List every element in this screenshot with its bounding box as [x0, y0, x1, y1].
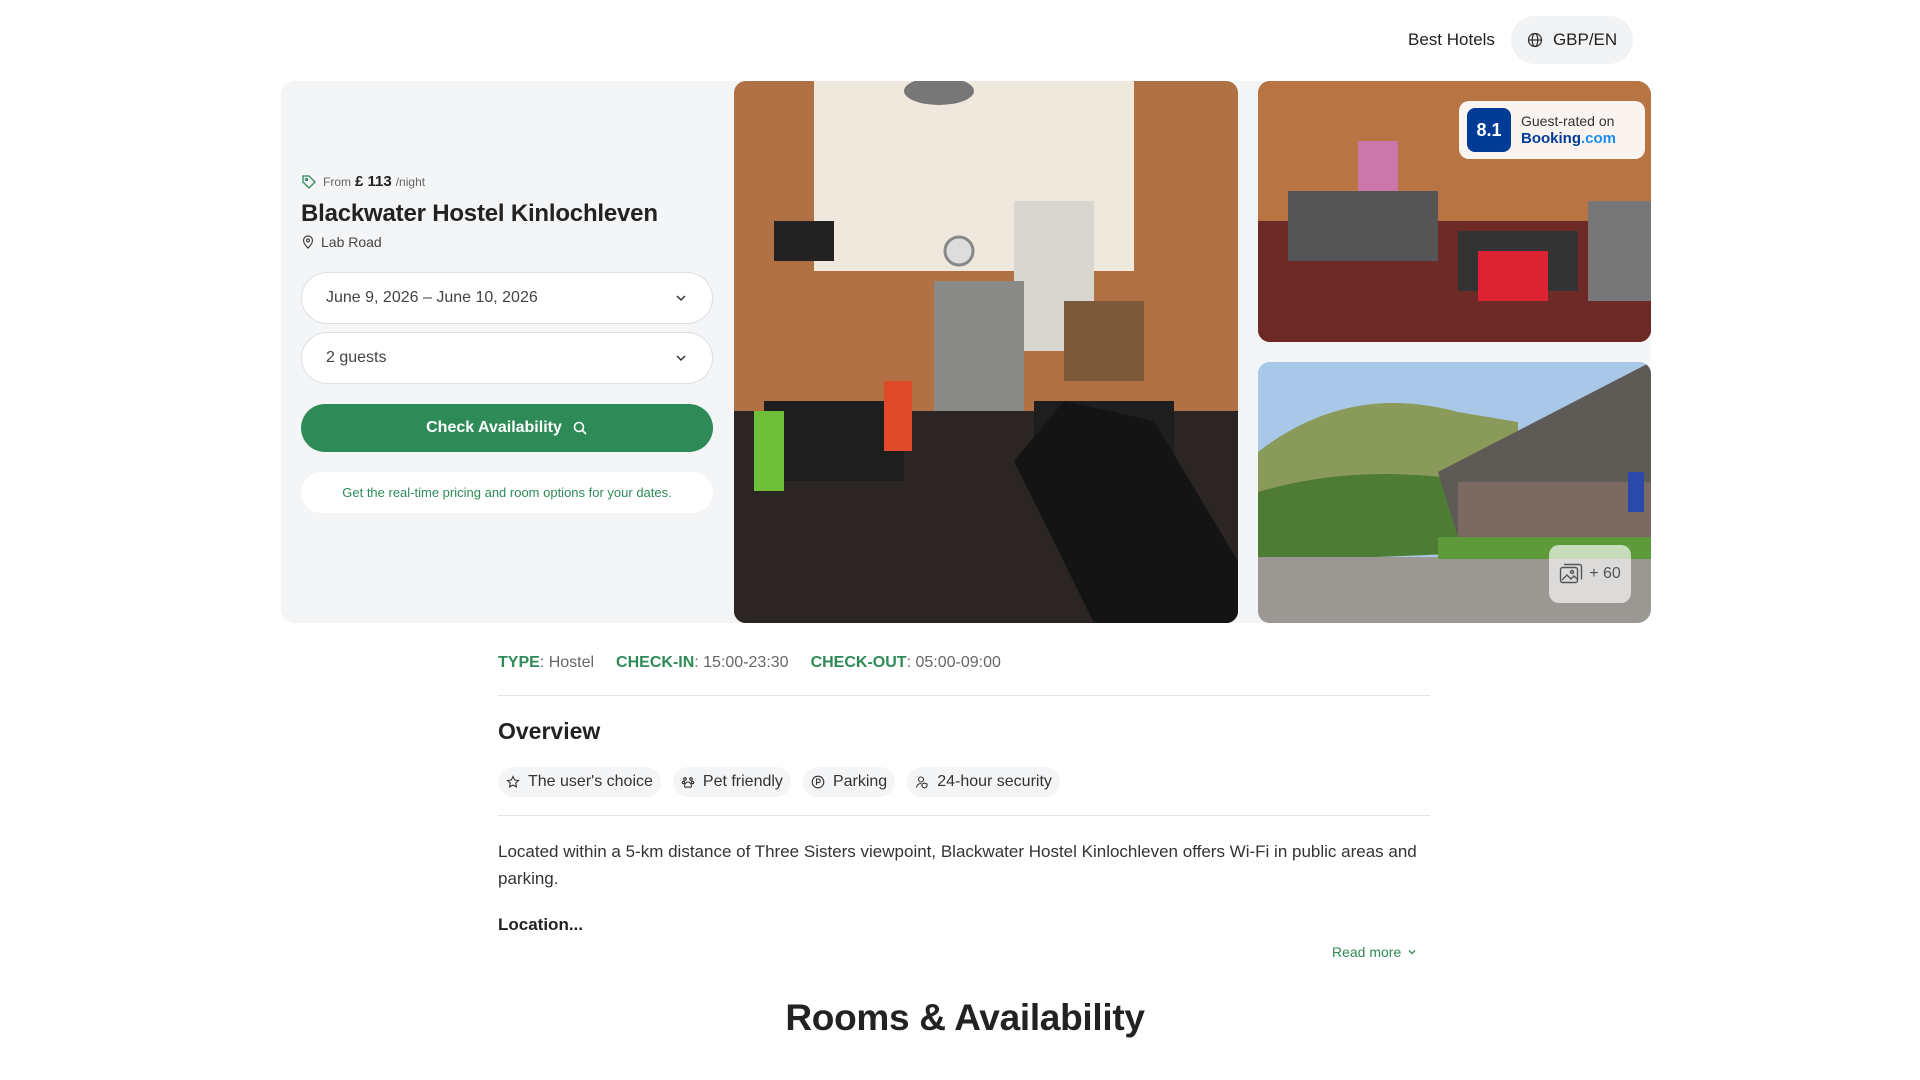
price-tag-icon: [302, 174, 316, 189]
booking-logo: Booking.com: [1521, 130, 1617, 147]
hotel-photo-main[interactable]: [734, 81, 1238, 623]
checkin-info: CHECK-IN: 15:00-23:30: [616, 654, 789, 671]
hero-section: From £ 113 /night Blackwater Hostel Kinl…: [281, 81, 1651, 623]
globe-icon: [1527, 32, 1543, 48]
checkout-info: CHECK-OUT: 05:00-09:00: [810, 654, 1001, 671]
read-more-link[interactable]: Read more: [1332, 944, 1417, 960]
lounge-photo-illustration: [734, 81, 1238, 623]
more-photos-count: + 60: [1589, 565, 1621, 582]
chip-parking: Parking: [802, 767, 896, 797]
location-pin-icon: [302, 235, 314, 249]
chip-users-choice: The user's choice: [498, 767, 661, 797]
chevron-down-icon: [1408, 950, 1416, 955]
price-line: From £ 113 /night: [301, 173, 713, 190]
divider: [498, 815, 1430, 816]
date-range-select[interactable]: June 9, 2026 – June 10, 2026: [301, 272, 713, 324]
paw-icon: [681, 777, 695, 788]
property-info-row: TYPE: Hostel CHECK-IN: 15:00-23:30 CHECK…: [498, 654, 1001, 672]
more-photos-button[interactable]: + 60: [1549, 545, 1631, 603]
check-availability-label: Check Availability: [426, 419, 562, 436]
address-text: Lab Road: [321, 234, 382, 250]
guests-select[interactable]: 2 guests: [301, 332, 713, 384]
hotel-description: Located within a 5-km distance of Three …: [498, 842, 1417, 888]
chip-security: 24-hour security: [907, 767, 1060, 797]
gallery-icon: [1560, 563, 1583, 584]
chevron-down-icon: [676, 355, 686, 362]
chevron-down-icon: [676, 295, 686, 302]
amenity-chips: The user's choice Pet friendly Parking 2…: [498, 767, 1060, 797]
pricing-hint: Get the real-time pricing and room optio…: [301, 472, 713, 513]
type-info: TYPE: Hostel: [498, 654, 595, 671]
booking-rating-badge: 8.1 Guest-rated on Booking.com: [1459, 101, 1645, 159]
per-night-label: /night: [395, 175, 426, 189]
booking-panel: From £ 113 /night Blackwater Hostel Kinl…: [301, 173, 713, 513]
security-icon: [916, 776, 928, 789]
date-range-value: June 9, 2026 – June 10, 2026: [326, 289, 538, 306]
guests-value: 2 guests: [326, 349, 387, 366]
rooms-availability-title: Rooms & Availability: [785, 997, 1145, 1038]
divider: [498, 695, 1430, 696]
best-hotels-link[interactable]: Best Hotels: [1408, 30, 1495, 50]
rating-label: Guest-rated on: [1521, 113, 1615, 129]
chip-pet-friendly: Pet friendly: [672, 767, 791, 797]
top-bar: Best Hotels GBP/EN: [1408, 16, 1634, 64]
from-label: From: [323, 175, 351, 189]
currency-language-button[interactable]: GBP/EN: [1510, 16, 1634, 64]
search-icon: [573, 421, 587, 435]
rating-score: 8.1: [1467, 108, 1511, 152]
parking-icon: [811, 775, 825, 789]
hotel-photo-kitchen[interactable]: 8.1 Guest-rated on Booking.com: [1258, 81, 1651, 342]
currency-label: GBP/EN: [1552, 30, 1618, 49]
check-availability-button[interactable]: Check Availability: [301, 404, 713, 452]
rating-text: Guest-rated on Booking.com: [1521, 112, 1616, 148]
hotel-name: Blackwater Hostel Kinlochleven: [301, 200, 658, 227]
location-heading: Location...: [498, 915, 583, 934]
hotel-address: Lab Road: [301, 234, 713, 250]
star-icon: [506, 775, 520, 788]
price-amount: £ 113: [355, 173, 392, 190]
overview-title: Overview: [498, 718, 601, 744]
hotel-photo-exterior[interactable]: + 60: [1258, 362, 1651, 623]
